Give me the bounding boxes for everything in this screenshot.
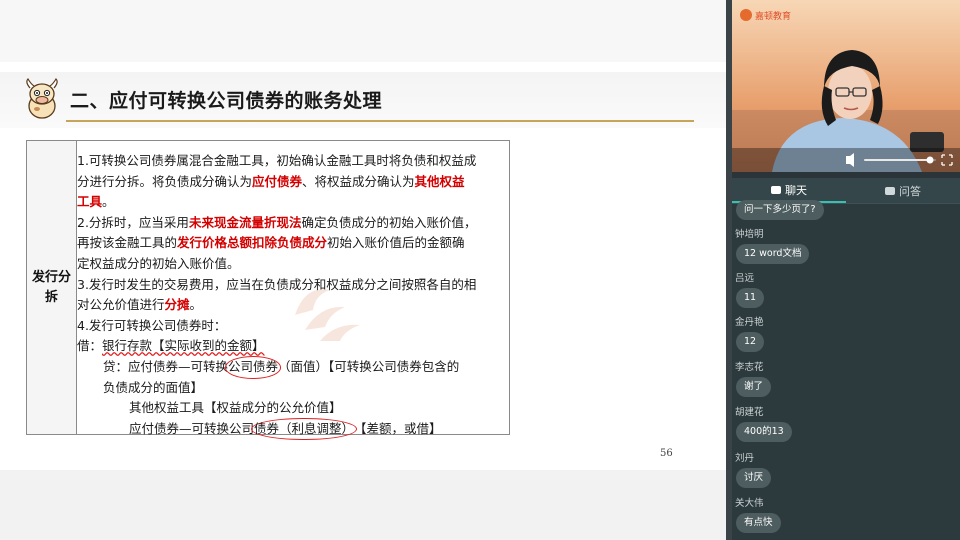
chat-panel: 聊天 问答 问一下多少页了? 钟培明 12 word文档 吕远 11 金丹艳 1… <box>732 178 960 540</box>
highlight-text: 其他权益 <box>414 173 465 189</box>
watermark-logo-icon <box>295 289 360 341</box>
video-controls <box>732 148 960 172</box>
question-icon <box>885 186 895 195</box>
volume-icon[interactable] <box>846 153 854 167</box>
chat-message: 有点快 <box>736 513 781 533</box>
text-span: 其他权益工具【权益成分的公允价值】 <box>129 400 342 416</box>
text-line: 应付债券—可转换公司债券（利息调整）【差额，或借】 <box>77 417 507 441</box>
page-number: 56 <box>660 448 673 459</box>
text-line: 负债成分的面值】 <box>77 378 507 399</box>
presentation-slide: 二、应付可转换公司债券的账务处理 发行分拆 1.可转换公司债券属混合金融工具，初… <box>0 0 726 540</box>
chat-username: 刘丹 <box>735 453 755 464</box>
highlight-text: 分摊 <box>164 297 190 313</box>
text-line: 1.可转换公司债券属混合金融工具，初始确认金融工具时将负债和权益成 <box>77 151 507 172</box>
chat-username: 钟培明 <box>735 229 764 240</box>
video-logo-text: 嘉顿教育 <box>755 10 791 22</box>
text-span: 2.分拆时，应当采用 <box>77 214 189 230</box>
fullscreen-icon[interactable] <box>941 154 953 166</box>
table-row-header: 发行分拆 <box>27 141 77 434</box>
highlight-text: 未来现金流量折现法 <box>188 214 302 230</box>
text-line: 分进行分拆。将负债成分确认为应付债券、将权益成分确认为其他权益 <box>77 172 507 193</box>
tab-label: 聊天 <box>785 183 807 197</box>
chat-message: 12 word文档 <box>736 244 810 264</box>
video-frame: 嘉顿教育 <box>732 0 960 172</box>
text-span: 再按该金融工具的 <box>77 235 178 251</box>
chat-username: 胡建花 <box>735 407 764 418</box>
text-span: 初始入账价值后的金额确 <box>327 235 465 251</box>
text-span: 定权益成分的初始入账价值。 <box>77 255 240 271</box>
text-span: 确定负债成分的初始入账价值， <box>301 214 477 230</box>
text-span: 3.发行时发生的交易费用，应当在负债成分和权益成分之间按照各自的相 <box>77 276 477 292</box>
highlight-text: 发行价格总额扣除负债成分 <box>177 235 328 251</box>
text-span: 分进行分拆。将负债成分确认为 <box>77 173 253 189</box>
slide-footer-band <box>0 470 726 540</box>
annotated-text: 银行存款【实际收到的金额】 <box>102 338 265 354</box>
cow-mascot-icon <box>26 78 58 119</box>
text-span: 、将权益成分确认为 <box>302 173 415 189</box>
text-line: 定权益成分的初始入账价值。 <box>77 254 507 275</box>
highlight-text: 工具 <box>77 194 103 210</box>
circled-annotation: 债券（利息调整） <box>251 417 358 441</box>
text-span: 【差额，或借】 <box>354 420 442 436</box>
teacher-video[interactable]: 嘉顿教育 <box>732 0 960 172</box>
highlight-text: 应付债券 <box>252 173 303 189</box>
text-line: 工具。 <box>77 192 507 213</box>
text-line: 贷：应付债券—可转换公司债券（面值）【可转换公司债券包含的 <box>77 355 507 379</box>
chat-message: 11 <box>736 288 765 308</box>
text-span: 对公允价值进行 <box>77 297 165 313</box>
text-span: 1.可转换公司债券属混合金融工具，初始确认金融工具时将负债和权益成 <box>77 153 477 168</box>
tab-qa[interactable]: 问答 <box>846 178 960 203</box>
content-table: 发行分拆 1.可转换公司债券属混合金融工具，初始确认金融工具时将负债和权益成 分… <box>26 140 510 441</box>
chat-message: 12 <box>736 332 765 352</box>
chat-username: 李志花 <box>735 362 764 373</box>
chat-message: 400的13 <box>736 422 792 442</box>
slide-title: 二、应付可转换公司债券的账务处理 <box>70 90 383 112</box>
text-span: 借： <box>77 338 103 354</box>
text-span: 贷：应付债券—可转换 <box>103 358 229 374</box>
chat-icon <box>771 185 781 194</box>
text-span: 应付债券—可转换公司 <box>129 420 255 436</box>
slide-top-band <box>0 0 726 62</box>
text-line: 再按该金融工具的发行价格总额扣除负债成分初始入账价值后的金额确 <box>77 233 507 254</box>
title-divider <box>66 120 694 122</box>
chat-username: 吕远 <box>735 273 755 284</box>
chat-message: 谢了 <box>736 377 772 397</box>
chat-message: 讨厌 <box>736 468 772 488</box>
text-span: （面值）【可转换公司债券包含的 <box>278 358 460 374</box>
text-span: 。 <box>102 194 115 210</box>
circled-annotation: 公司债券 <box>225 355 282 379</box>
text-span: 4.发行可转换公司债券时： <box>77 317 227 333</box>
text-line: 2.分拆时，应当采用未来现金流量折现法确定负债成分的初始入账价值， <box>77 213 507 234</box>
volume-handle[interactable] <box>926 156 934 164</box>
tab-label: 问答 <box>899 184 921 198</box>
text-span: 负债成分的面值】 <box>103 379 204 395</box>
chat-message: 问一下多少页了? <box>736 200 824 220</box>
chat-username: 关大伟 <box>735 498 764 509</box>
text-line: 其他权益工具【权益成分的公允价值】 <box>77 398 507 419</box>
chat-username: 金丹艳 <box>735 317 764 328</box>
text-span: 。 <box>189 297 203 313</box>
